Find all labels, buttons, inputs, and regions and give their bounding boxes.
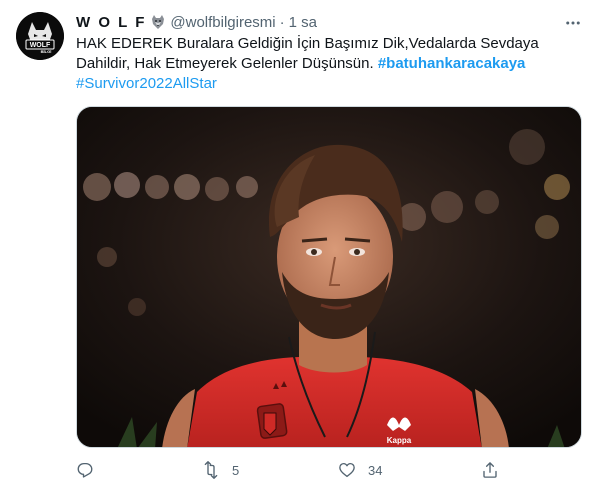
heart-icon [339, 462, 355, 478]
retweet-button[interactable]: 5 [202, 458, 239, 482]
wolf-emoji-icon [150, 14, 166, 30]
more-options-button[interactable] [560, 10, 586, 36]
shirt-logo-text: Kappa [387, 436, 412, 445]
more-dots-icon [566, 21, 580, 25]
tweet-actions-bar: 5 34 [76, 458, 506, 482]
display-name[interactable]: W O L F [76, 14, 146, 31]
avatar[interactable]: WOLF BİLGİ [16, 12, 64, 60]
like-count: 34 [368, 462, 383, 478]
share-icon [483, 462, 497, 478]
tweet-text: HAK EDEREK Buralara Geldiğin İçin Başımı… [76, 34, 546, 94]
hashtag-link[interactable]: #Survivor2022AllStar [76, 75, 217, 92]
reply-icon [77, 462, 93, 478]
tweet-media-photo[interactable]: Kappa [76, 106, 582, 448]
tweet-header: W O L F @wolfbilgiresmi · 1 sa [76, 12, 317, 32]
retweet-count: 5 [232, 462, 240, 478]
user-handle[interactable]: @wolfbilgiresmi [170, 14, 275, 31]
tweet-timestamp[interactable]: 1 sa [289, 14, 317, 31]
hashtag-link[interactable]: #batuhankaracakaya [378, 55, 526, 72]
wolf-logo-icon: WOLF BİLGİ [16, 12, 64, 60]
separator-dot: · [279, 13, 285, 31]
retweet-icon [204, 461, 218, 479]
tweet-card[interactable]: WOLF BİLGİ W O L F @wolfbilgiresmi · 1 s… [0, 0, 598, 491]
share-button[interactable] [481, 458, 511, 482]
like-button[interactable]: 34 [338, 458, 382, 482]
avatar-logo-subtext: BİLGİ [41, 49, 52, 54]
avatar-logo-text: WOLF [30, 42, 51, 49]
person-photo-image: Kappa [77, 107, 581, 447]
reply-button[interactable] [76, 458, 106, 482]
